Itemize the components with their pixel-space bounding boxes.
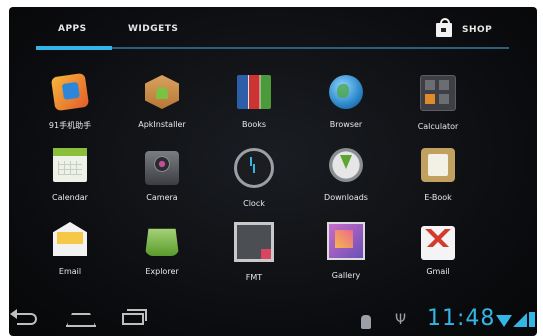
app-label: Calendar — [52, 193, 88, 202]
gallery-icon — [327, 222, 365, 260]
tab-underline — [36, 46, 509, 50]
system-navigation-bar: Ψ 11:48 — [9, 303, 537, 336]
app-label: FMT — [245, 273, 263, 282]
app-label: Books — [241, 120, 267, 129]
browser-globe-icon — [329, 75, 363, 109]
battery-icon — [529, 312, 535, 327]
fmt-icon — [234, 222, 274, 262]
app-label: Browser — [329, 120, 363, 129]
app-label: Clock — [243, 199, 265, 208]
app-gallery[interactable]: Gallery — [301, 222, 391, 280]
app-label: Gallery — [331, 271, 361, 280]
camera-icon — [145, 151, 179, 185]
recent-apps-icon[interactable] — [122, 309, 147, 325]
app-gmail[interactable]: Gmail — [393, 222, 483, 276]
app-label: ApkInstaller — [138, 120, 186, 129]
app-label: Gmail — [426, 267, 450, 276]
tab-apps[interactable]: APPS — [58, 24, 87, 34]
calendar-icon — [53, 148, 87, 182]
app-label: Explorer — [145, 267, 179, 276]
android-debug-icon[interactable] — [361, 315, 371, 329]
email-icon — [53, 222, 87, 256]
app-books[interactable]: Books — [209, 75, 299, 129]
app-explorer[interactable]: Explorer — [117, 222, 207, 276]
shop-label: SHOP — [462, 25, 493, 35]
app-label: 91手机助手 — [48, 121, 92, 130]
signal-icon — [513, 313, 527, 327]
app-fmt[interactable]: FMT — [209, 222, 299, 282]
apk-installer-icon — [145, 75, 179, 109]
app-label: Downloads — [324, 193, 368, 202]
app-camera[interactable]: Camera — [117, 148, 207, 202]
app-label: Calculator — [417, 122, 459, 131]
android-screen: APPS WIDGETS SHOP 91手机助手 ApkInstaller Bo… — [9, 7, 537, 336]
app-91-assistant[interactable]: 91手机助手 — [25, 72, 115, 131]
gmail-icon — [421, 226, 455, 260]
device-frame: APPS WIDGETS SHOP 91手机助手 ApkInstaller Bo… — [0, 0, 543, 336]
home-icon[interactable] — [66, 313, 96, 327]
app-email[interactable]: Email — [25, 222, 115, 276]
shop-button[interactable]: SHOP — [436, 18, 493, 40]
download-icon — [329, 148, 363, 182]
app-calendar[interactable]: Calendar — [25, 148, 115, 202]
91-assistant-icon — [50, 72, 90, 112]
app-label: Email — [58, 267, 82, 276]
shopping-bag-icon — [436, 18, 452, 37]
wifi-icon — [496, 315, 512, 327]
books-icon — [237, 75, 271, 109]
app-downloads[interactable]: Downloads — [301, 148, 391, 202]
app-ebook[interactable]: E-Book — [393, 148, 483, 202]
app-calculator[interactable]: Calculator — [393, 75, 483, 131]
back-icon[interactable] — [10, 309, 37, 325]
tab-widgets[interactable]: WIDGETS — [128, 24, 178, 34]
app-drawer-tab-bar: APPS WIDGETS SHOP — [9, 7, 537, 53]
ebook-icon — [421, 148, 455, 182]
usb-icon[interactable]: Ψ — [395, 313, 406, 327]
app-label: Camera — [146, 193, 178, 202]
app-apkinstaller[interactable]: ApkInstaller — [117, 75, 207, 129]
app-label: E-Book — [424, 193, 452, 202]
explorer-icon — [145, 228, 179, 256]
active-tab-indicator — [36, 46, 112, 50]
app-browser[interactable]: Browser — [301, 75, 391, 129]
calculator-icon — [420, 75, 456, 111]
status-clock[interactable]: 11:48 — [427, 306, 495, 331]
app-clock[interactable]: Clock — [209, 148, 299, 208]
clock-icon — [234, 148, 274, 188]
